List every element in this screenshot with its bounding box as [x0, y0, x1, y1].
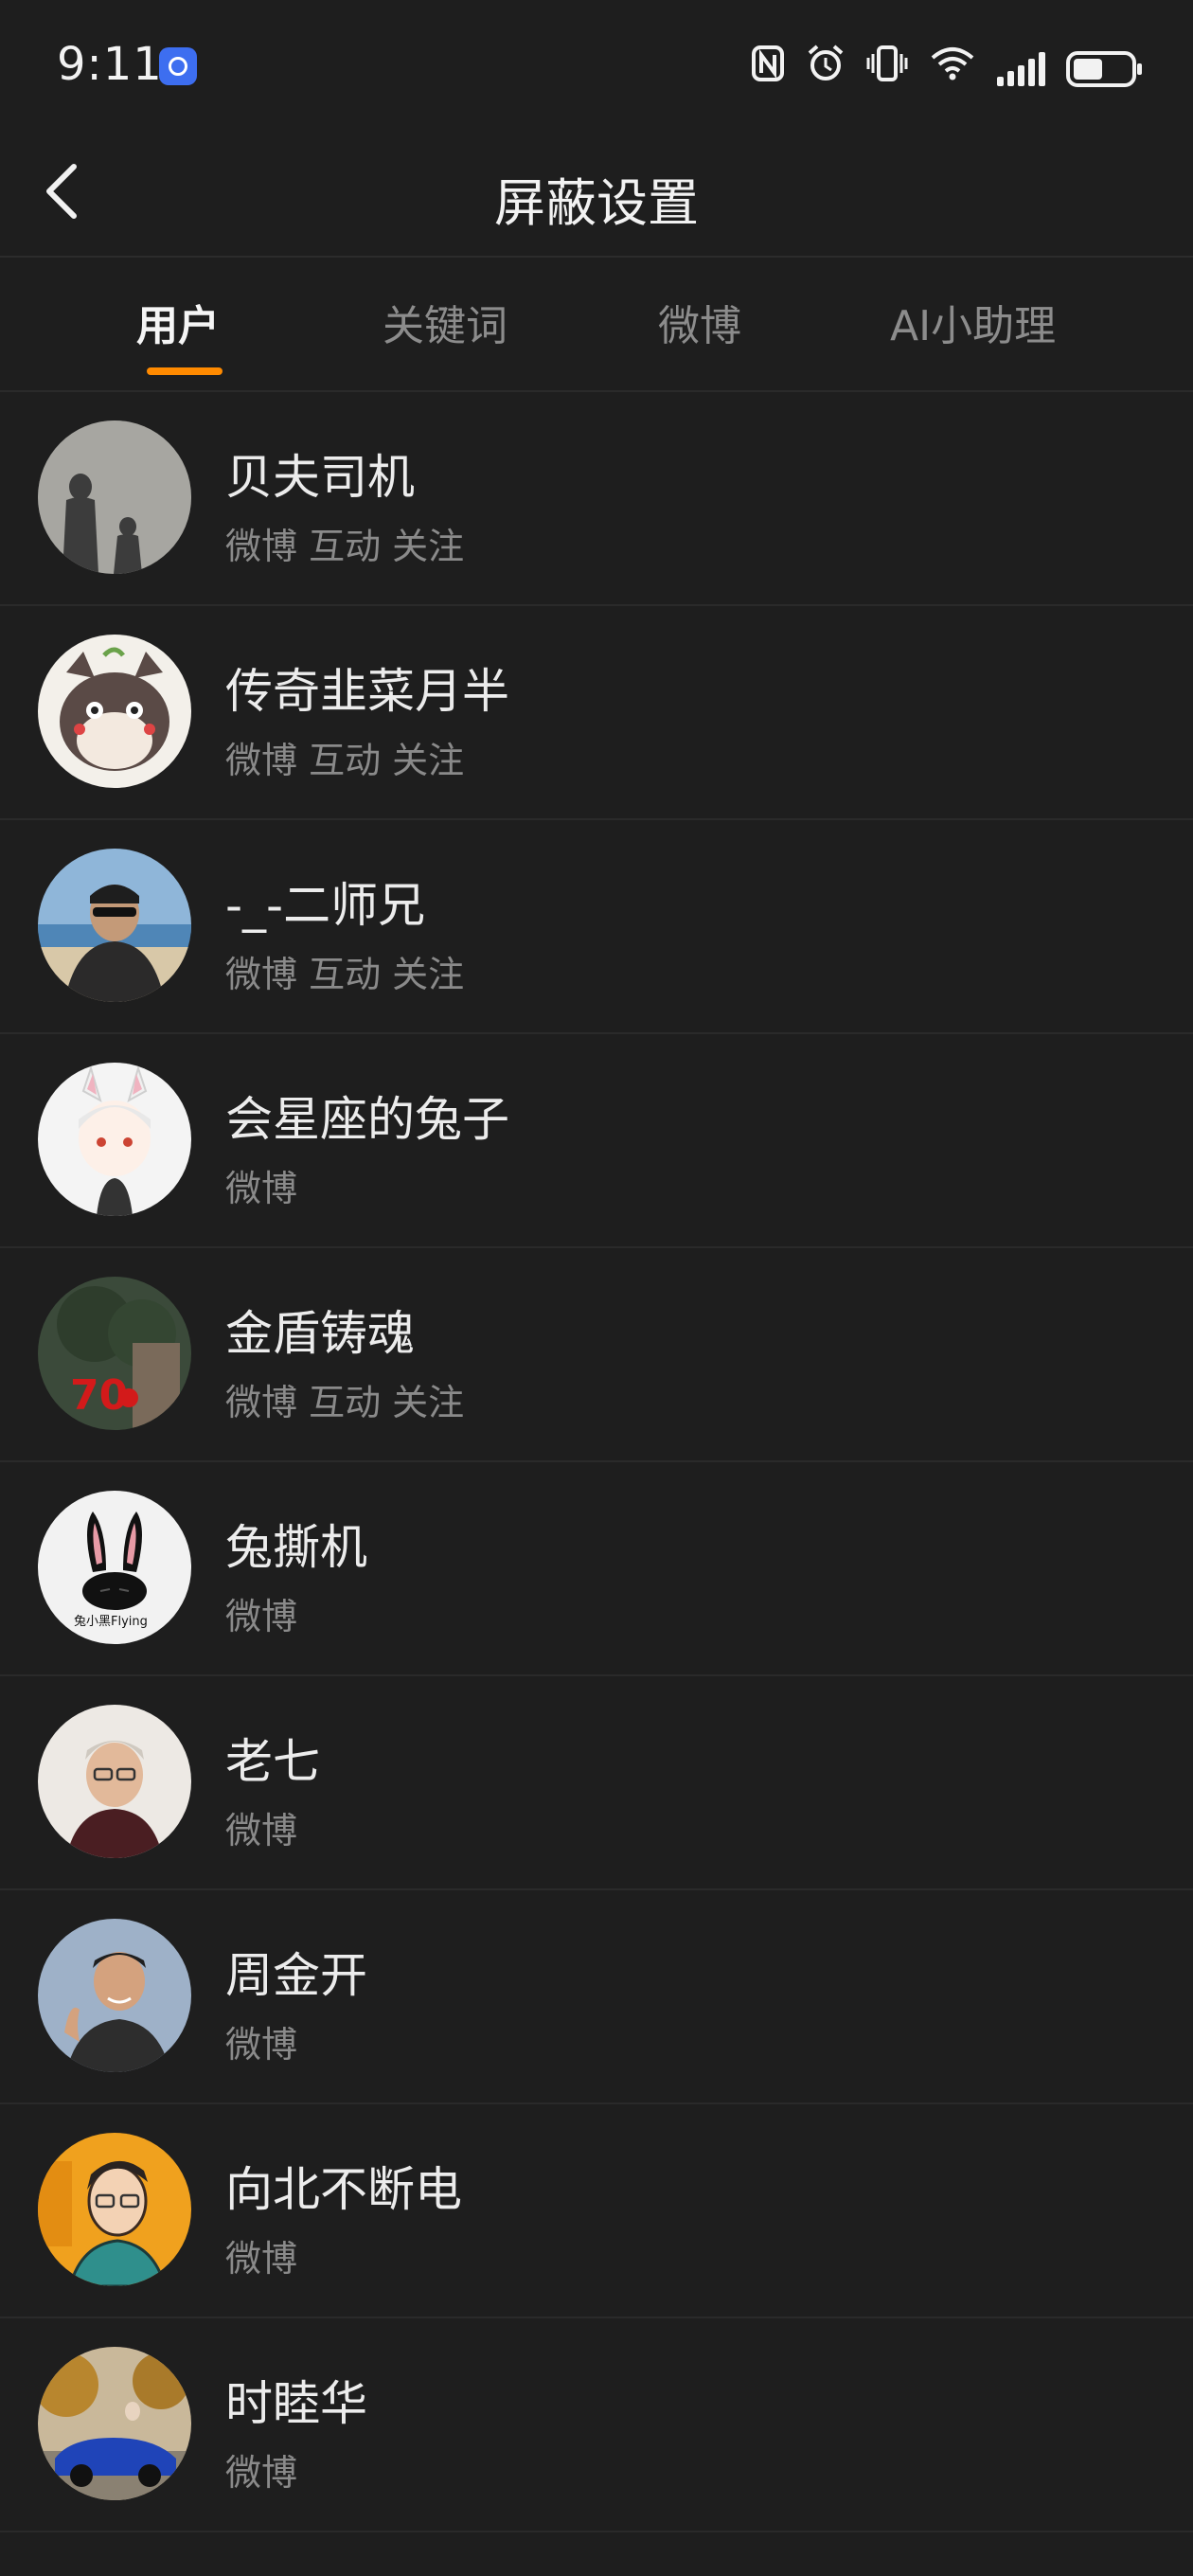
block-scope: 微博	[225, 2024, 298, 2066]
list-item[interactable]: 向北不断电 微博	[0, 2104, 1193, 2318]
user-name: -_-二师兄	[225, 878, 426, 933]
avatar[interactable]	[38, 1063, 191, 1216]
app-notification-icon	[159, 47, 197, 85]
user-name: 向北不断电	[225, 2162, 462, 2217]
svg-text:70: 70	[70, 1371, 128, 1420]
page-title: 屏蔽设置	[494, 173, 699, 233]
svg-text:兔小黑Flying: 兔小黑Flying	[74, 1615, 148, 1629]
user-name: 老七	[225, 1734, 320, 1789]
status-time: 9:11	[57, 38, 163, 91]
list-item[interactable]: 传奇韭菜月半 微博 互动 关注	[0, 606, 1193, 820]
user-name: 时睦华	[225, 2376, 367, 2431]
block-scope: 微博	[225, 1596, 298, 1637]
block-scope: 微博 互动 关注	[225, 740, 465, 781]
wifi-icon	[929, 45, 976, 94]
avatar[interactable]: 兔小黑Flying	[38, 1491, 191, 1644]
tab-ai-assistant[interactable]: AI小助理	[890, 292, 1056, 352]
list-item[interactable]: 周金开 微博	[0, 1890, 1193, 2104]
alarm-icon	[806, 44, 846, 95]
block-scope: 微博	[225, 1810, 298, 1852]
list-item[interactable]: 会星座的兔子 微博	[0, 1034, 1193, 1248]
block-scope: 微博 互动 关注	[225, 954, 465, 995]
list-item[interactable]: 老七 微博	[0, 1676, 1193, 1890]
list-item[interactable]: -_-二师兄 微博 互动 关注	[0, 820, 1193, 1034]
block-scope: 微博	[225, 2238, 298, 2280]
list-item[interactable]: 兔小黑Flying 兔撕机 微博	[0, 1462, 1193, 1676]
tab-weibo[interactable]: 微博	[658, 292, 741, 352]
user-name: 周金开	[225, 1948, 367, 2003]
nfc-icon	[751, 45, 785, 94]
blocked-user-list: 贝夫司机 微博 互动 关注 传奇韭菜月半 微博 互动 关注 -_-二师兄 微博 …	[0, 392, 1193, 2532]
avatar[interactable]	[38, 2133, 191, 2286]
user-name: 兔撕机	[225, 1520, 367, 1575]
tab-keywords[interactable]: 关键词	[383, 292, 507, 352]
tab-users[interactable]: 用户	[136, 292, 220, 352]
list-item[interactable]: 70 金盾铸魂 微博 互动 关注	[0, 1248, 1193, 1462]
avatar[interactable]	[38, 1919, 191, 2072]
avatar[interactable]: 70	[38, 1277, 191, 1430]
avatar[interactable]	[38, 1705, 191, 1858]
header: 屏蔽设置	[0, 133, 1193, 256]
avatar[interactable]	[38, 635, 191, 788]
avatar[interactable]	[38, 849, 191, 1002]
user-name: 会星座的兔子	[225, 1092, 509, 1147]
tab-bar: 用户 关键词 微博 AI小助理	[0, 258, 1193, 390]
block-scope: 微博	[225, 2452, 298, 2494]
avatar[interactable]	[38, 420, 191, 574]
battery-icon	[1066, 51, 1142, 87]
user-name: 贝夫司机	[225, 450, 415, 505]
block-scope: 微博	[225, 1168, 298, 1209]
user-name: 传奇韭菜月半	[225, 664, 509, 719]
block-scope: 微博 互动 关注	[225, 526, 465, 567]
list-item[interactable]: 时睦华 微博	[0, 2318, 1193, 2532]
vibrate-icon	[866, 45, 908, 94]
status-icons	[751, 44, 1142, 95]
status-bar: 9:11	[0, 0, 1193, 133]
avatar[interactable]	[38, 2347, 191, 2500]
signal-icon	[997, 52, 1045, 86]
active-tab-indicator	[147, 367, 223, 375]
block-scope: 微博 互动 关注	[225, 1382, 465, 1423]
list-item[interactable]: 贝夫司机 微博 互动 关注	[0, 392, 1193, 606]
user-name: 金盾铸魂	[225, 1306, 415, 1361]
